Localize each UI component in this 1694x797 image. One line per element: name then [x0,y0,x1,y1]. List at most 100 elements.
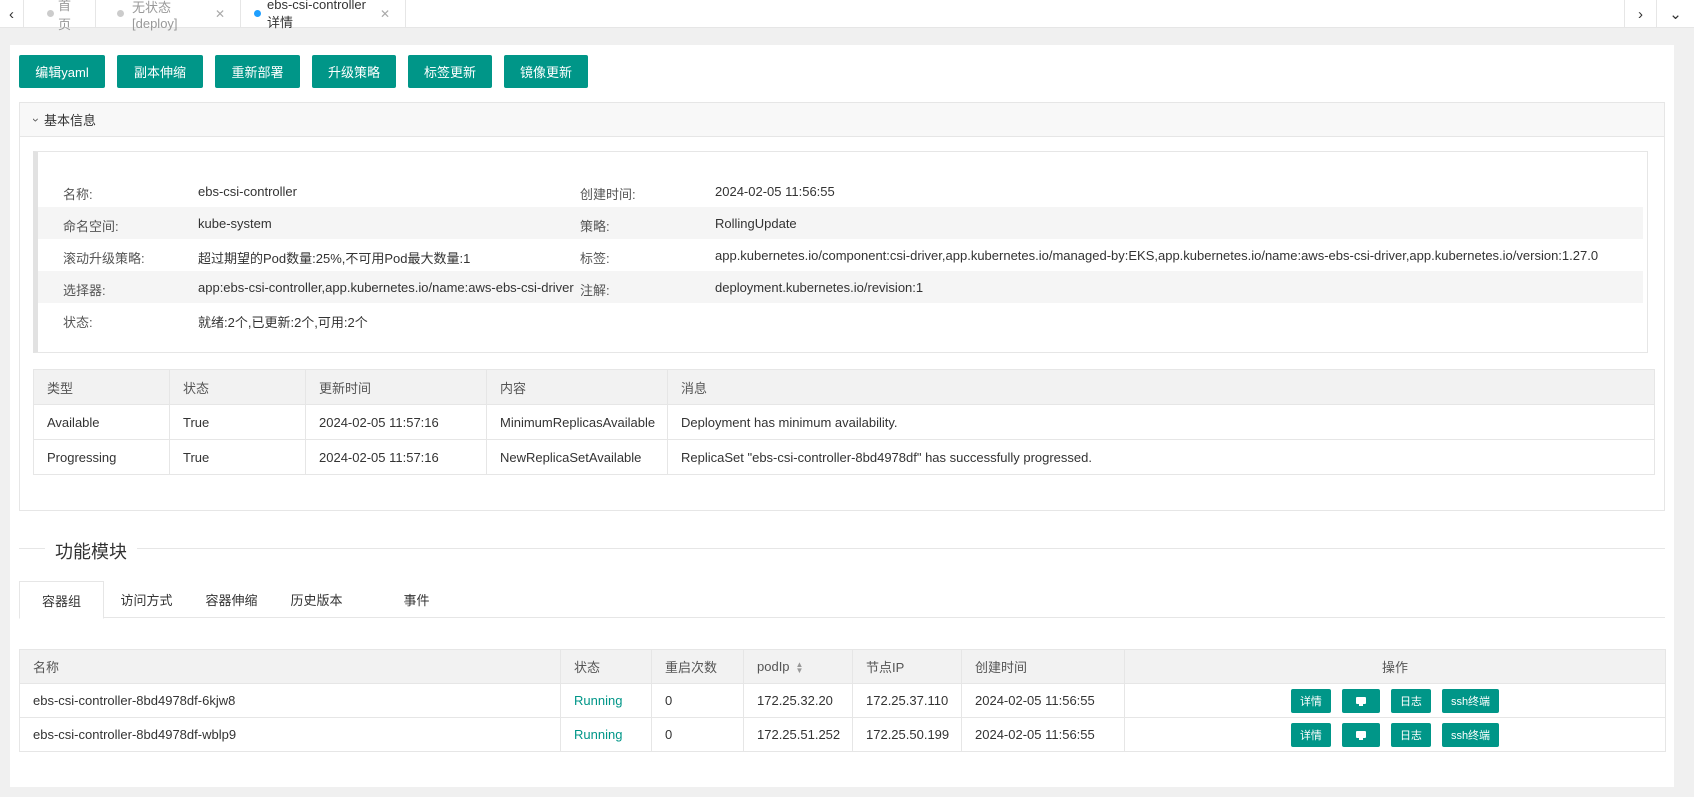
pod-created: 2024-02-05 11:56:55 [961,717,1125,752]
info-row: 状态: 就绪:2个,已更新:2个,可用:2个 [38,303,1643,335]
tab-pods[interactable]: 容器组 [19,581,104,619]
column-header: 重启次数 [651,649,744,684]
pod-name: ebs-csi-controller-8bd4978df-wblp9 [19,717,561,752]
column-header: 内容 [486,369,668,405]
pod-restarts: 0 [651,683,744,718]
module-section-heading: 功能模块 [19,538,1665,564]
tab-history[interactable]: 历史版本 [274,581,359,618]
table-cell: True [169,439,306,475]
logs-button[interactable]: 日志 [1390,722,1431,747]
info-value: 超过期望的Pod数量:25%,不可用Pod最大数量:1 [198,251,471,266]
node-ip: 172.25.37.110 [852,683,962,718]
info-value: ebs-csi-controller [198,184,297,199]
close-icon[interactable]: ✕ [215,7,225,21]
tab-controller-detail[interactable]: ebs-csi-controller详情 ✕ [241,0,406,30]
info-value: kube-system [198,216,272,231]
table-cell: Deployment has minimum availability. [667,404,1655,440]
pod-name: ebs-csi-controller-8bd4978df-6kjw8 [19,683,561,718]
info-key: 滚动升级策略: [63,251,145,266]
tab-dot [47,10,54,17]
ssh-terminal-button[interactable]: ssh终端 [1441,722,1500,747]
close-icon[interactable]: ✕ [380,7,390,21]
column-header: 操作 [1124,649,1666,684]
info-key: 命名空间: [63,219,119,234]
column-header: 更新时间 [305,369,487,405]
column-header-label: podIp [757,659,790,674]
node-ip: 172.25.50.199 [852,717,962,752]
info-key: 名称: [63,187,93,202]
table-cell: Available [33,404,170,440]
column-header: 名称 [19,649,561,684]
sort-icon[interactable]: ▲ ▼ [796,660,804,674]
info-value: RollingUpdate [715,216,797,231]
basic-info-collapse: › 基本信息 名称: ebs-csi-controller 创建时间: 2024… [19,102,1665,511]
terminal-icon[interactable] [1341,688,1380,713]
pod-restarts: 0 [651,717,744,752]
table-row: ebs-csi-controller-8bd4978df-6kjw8 Runni… [19,683,1666,718]
table-header-row: 名称 状态 重启次数 podIp ▲ ▼ 节点IP 创建时间 操作 [19,649,1666,684]
scale-replicas-button[interactable]: 副本伸缩 [117,55,203,88]
info-key: 策略: [580,219,610,234]
redeploy-button[interactable]: 重新部署 [215,55,300,88]
basic-info-header[interactable]: › 基本信息 [20,103,1664,137]
tab-deploy[interactable]: 无状态[deploy] ✕ [96,0,241,31]
info-value: app.kubernetes.io/component:csi-driver,a… [715,248,1599,263]
basic-info-title: 基本信息 [44,113,97,128]
pod-status: Running [560,683,652,718]
info-row: 命名空间: kube-system 策略: RollingUpdate [38,207,1643,239]
tab-access[interactable]: 访问方式 [104,581,189,618]
tab-events[interactable]: 事件 [374,581,459,618]
terminal-icon[interactable] [1341,722,1380,747]
table-cell: ReplicaSet "ebs-csi-controller-8bd4978df… [667,439,1655,475]
pod-created: 2024-02-05 11:56:55 [961,683,1125,718]
tab-home[interactable]: 首页 [24,0,96,32]
divider [19,548,45,549]
info-key: 选择器: [63,283,106,298]
tab-dot [254,10,261,17]
ssh-terminal-button[interactable]: ssh终端 [1441,688,1500,713]
pod-ip: 172.25.32.20 [743,683,853,718]
logs-button[interactable]: 日志 [1390,688,1431,713]
info-row: 名称: ebs-csi-controller 创建时间: 2024-02-05 … [38,175,1643,207]
column-header: 创建时间 [961,649,1125,684]
column-header: 消息 [667,369,1655,405]
chevron-down-icon[interactable]: ⌄ [1656,0,1694,28]
pod-ip: 172.25.51.252 [743,717,853,752]
column-header: 节点IP [852,649,962,684]
tab-autoscale[interactable]: 容器伸缩 [189,581,274,618]
detail-button[interactable]: 详情 [1290,722,1331,747]
update-image-button[interactable]: 镜像更新 [504,55,588,88]
info-key: 创建时间: [580,187,636,202]
pods-table: 名称 状态 重启次数 podIp ▲ ▼ 节点IP 创建时间 操作 ebs-csi-… [19,649,1666,752]
chevron-right-icon[interactable]: › [1624,0,1656,28]
podip-column-header[interactable]: podIp ▲ ▼ [743,649,853,684]
table-header-row: 类型 状态 更新时间 内容 消息 [33,369,1655,405]
section-title: 功能模块 [45,538,137,564]
chevron-down-icon: › [29,117,43,122]
chevron-left-icon[interactable]: ‹ [0,0,24,28]
table-row: ebs-csi-controller-8bd4978df-wblp9 Runni… [19,717,1666,752]
info-row: 滚动升级策略: 超过期望的Pod数量:25%,不可用Pod最大数量:1 标签: … [38,239,1643,271]
table-cell: True [169,404,306,440]
tab-dot [117,10,124,17]
detail-panel: 编辑yaml 副本伸缩 重新部署 升级策略 标签更新 镜像更新 › 基本信息 名… [10,45,1674,787]
info-grid: 名称: ebs-csi-controller 创建时间: 2024-02-05 … [33,151,1648,353]
info-value: app:ebs-csi-controller,app.kubernetes.io… [198,280,574,295]
tab-strip: 首页 无状态[deploy] ✕ ebs-csi-controller详情 ✕ [24,0,406,32]
column-header: 类型 [33,369,170,405]
pod-actions: 详情 日志 ssh终端 [1124,717,1666,752]
detail-button[interactable]: 详情 [1290,688,1331,713]
action-toolbar: 编辑yaml 副本伸缩 重新部署 升级策略 标签更新 镜像更新 [19,55,600,88]
table-cell: Progressing [33,439,170,475]
info-value: 2024-02-05 11:56:55 [715,184,835,199]
info-value: deployment.kubernetes.io/revision:1 [715,280,924,295]
module-tabs: 容器组 访问方式 容器伸缩 历史版本 事件 [19,581,1665,619]
table-cell: NewReplicaSetAvailable [486,439,668,475]
info-key: 标签: [580,251,610,266]
upgrade-strategy-button[interactable]: 升级策略 [312,55,396,88]
update-labels-button[interactable]: 标签更新 [408,55,492,88]
edit-yaml-button[interactable]: 编辑yaml [19,55,105,88]
vertical-scrollbar[interactable] [1682,45,1694,797]
table-cell: 2024-02-05 11:57:16 [305,439,487,475]
column-header: 状态 [560,649,652,684]
